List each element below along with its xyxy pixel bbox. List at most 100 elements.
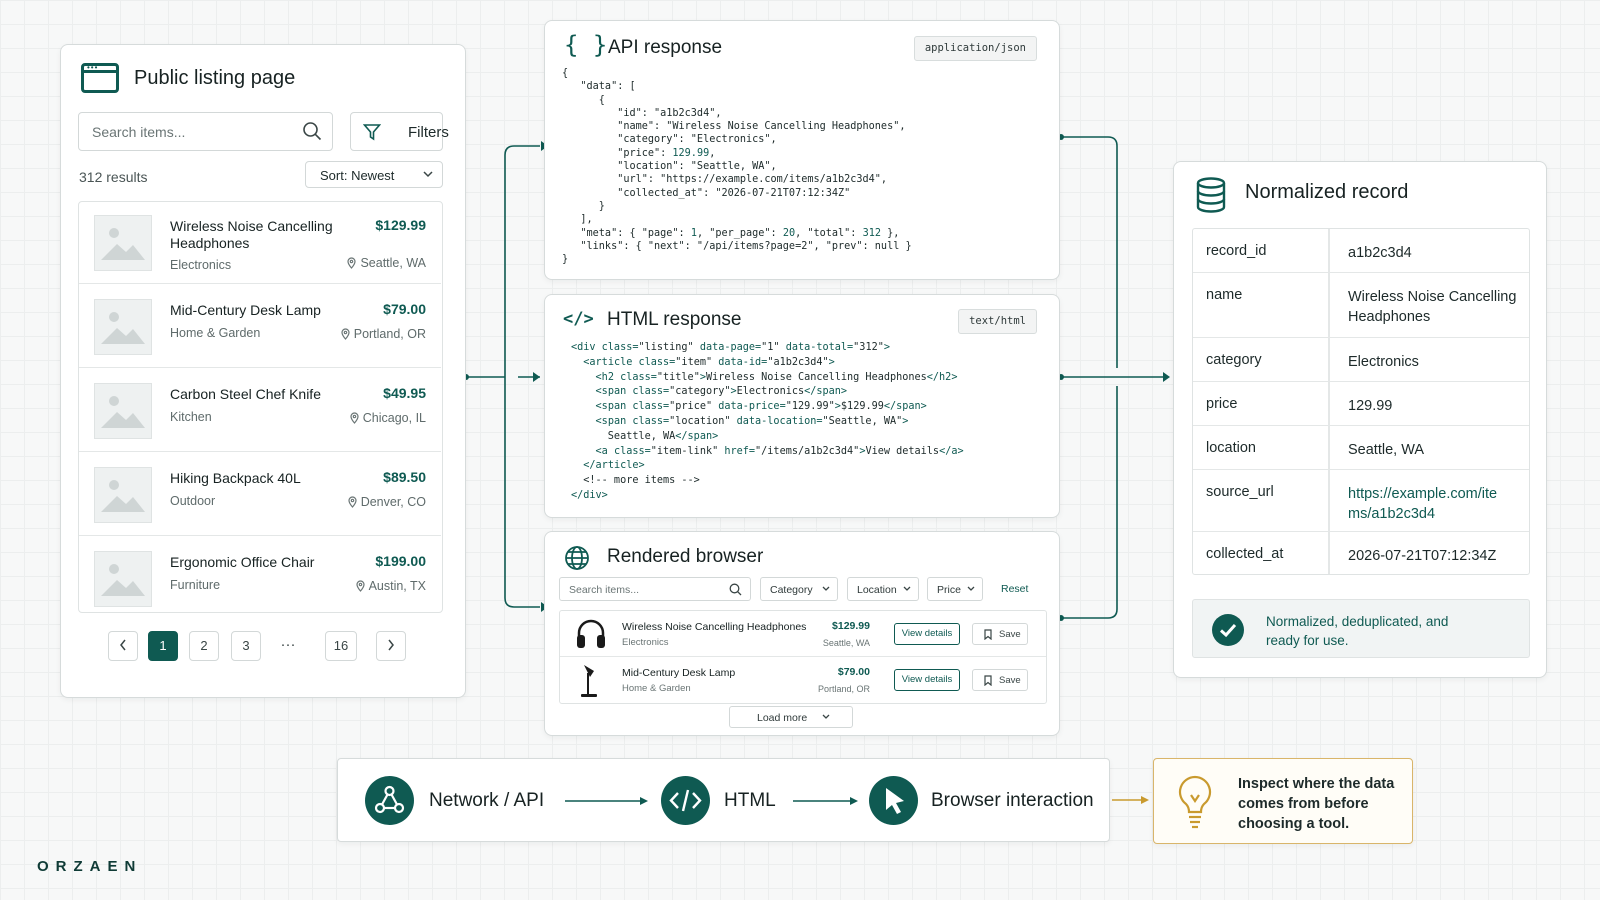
record-row: location Seattle, WA (1193, 426, 1529, 470)
record-key: source_url (1206, 484, 1274, 500)
record-key: name (1206, 287, 1243, 303)
item-price: $129.99 (375, 217, 426, 233)
chevron-left-icon (120, 639, 126, 651)
result-category: Electronics (622, 637, 669, 648)
chevron-down-icon (423, 171, 433, 178)
item-price: $199.00 (375, 553, 426, 569)
html-title: HTML response (607, 309, 742, 330)
next-page-button[interactable] (376, 631, 406, 661)
result-price: $79.00 (837, 666, 870, 678)
results-count: 312 results (79, 169, 148, 185)
list-item[interactable]: Wireless Noise Cancelling Headphones Ele… (79, 202, 441, 284)
search-icon (303, 122, 322, 141)
record-value: 2026-07-21T07:12:34Z (1348, 548, 1497, 564)
rendered-browser-panel: Rendered browser Search items... Categor… (544, 531, 1060, 736)
item-price: $89.50 (383, 469, 426, 485)
search-input[interactable]: Search items... (78, 112, 333, 151)
code-brackets-icon: </> (563, 309, 594, 329)
check-circle-icon (1212, 614, 1244, 646)
page-button[interactable]: 3 (231, 631, 261, 661)
item-name: Ergonomic Office Chair (170, 554, 315, 570)
load-more-label: Load more (757, 712, 808, 724)
page-button[interactable]: 1 (148, 631, 178, 661)
arrow-right-icon (793, 797, 858, 805)
browser-result-row[interactable]: Wireless Noise Cancelling Headphones Ele… (560, 611, 1046, 657)
mini-search-placeholder: Search items... (569, 584, 640, 596)
flow-panel: Network / API HTML Browser interaction (337, 758, 1110, 842)
result-price: $129.99 (832, 620, 870, 632)
item-location-text: Austin, TX (368, 579, 426, 593)
result-name: Mid-Century Desk Lamp (622, 667, 736, 679)
search-icon (729, 583, 742, 596)
record-table: record_id a1b2c3d4 name Wireless Noise Can… (1192, 228, 1530, 575)
view-details-button[interactable]: View details (894, 669, 960, 691)
mini-search-input[interactable]: Search items... (559, 577, 751, 601)
source-url-link[interactable]: https://example.com/items/a1b2c3d4 (1348, 484, 1508, 524)
listing-panel: ••• Public listing page Search items... … (60, 44, 466, 698)
item-price: $79.00 (383, 301, 426, 317)
location-pin-icon (341, 328, 350, 340)
record-value: 129.99 (1348, 398, 1393, 414)
record-key: price (1206, 396, 1238, 412)
curly-braces-icon: { } (564, 31, 608, 59)
record-key: location (1206, 440, 1256, 456)
item-category: Electronics (170, 258, 232, 272)
flow-step-html: HTML (724, 790, 776, 811)
reset-link[interactable]: Reset (1001, 583, 1028, 595)
record-row: price 129.99 (1193, 382, 1529, 426)
arrow-right-icon (565, 797, 648, 805)
category-filter[interactable]: Category (760, 577, 838, 601)
save-label: Save (999, 675, 1021, 686)
sort-label: Sort: Newest (320, 168, 395, 183)
record-key: collected_at (1206, 546, 1284, 562)
record-row: record_id a1b2c3d4 (1193, 229, 1529, 273)
flow-step-browser-interaction: Browser interaction (931, 790, 1094, 811)
chevron-down-icon (903, 586, 911, 591)
browser-results-list: Wireless Noise Cancelling Headphones Ele… (559, 610, 1047, 704)
item-location-text: Seattle, WA (360, 256, 426, 270)
item-name: Hiking Backpack 40L (170, 470, 301, 486)
location-filter-label: Location (857, 584, 897, 596)
item-location-text: Portland, OR (353, 327, 426, 341)
save-button[interactable]: Save (972, 623, 1028, 645)
record-row: collected_at 2026-07-21T07:12:34Z (1193, 532, 1529, 574)
image-placeholder-icon (94, 467, 152, 523)
location-pin-icon (347, 257, 357, 269)
listing-list: Wireless Noise Cancelling Headphones Ele… (78, 201, 443, 613)
list-item[interactable]: Mid-Century Desk Lamp Home & Garden $79.… (79, 286, 441, 368)
browser-result-row[interactable]: Mid-Century Desk Lamp Home & Garden $79.… (560, 657, 1046, 703)
list-item[interactable]: Ergonomic Office Chair Furniture $199.00… (79, 538, 441, 620)
sort-select[interactable]: Sort: Newest (305, 161, 443, 188)
html-code-icon (661, 776, 710, 825)
page-button[interactable]: 16 (325, 631, 357, 661)
list-item[interactable]: Carbon Steel Chef Knife Kitchen $49.95 C… (79, 370, 441, 452)
result-location: Seattle, WA (822, 638, 870, 648)
normalized-record-panel: Normalized record record_id a1b2c3d4 name… (1173, 161, 1547, 678)
view-details-button[interactable]: View details (894, 623, 960, 645)
price-filter[interactable]: Price (927, 577, 983, 601)
item-location: Denver, CO (348, 495, 426, 509)
tip-text: Inspect where the data comes from before… (1238, 776, 1395, 832)
funnel-icon (363, 124, 381, 141)
item-category: Furniture (170, 578, 221, 592)
prev-page-button[interactable] (108, 631, 138, 661)
list-item[interactable]: Hiking Backpack 40L Outdoor $89.50 Denve… (79, 454, 441, 536)
filters-label: Filters (408, 124, 449, 141)
tip-callout: Inspect where the data comes from before… (1153, 758, 1413, 844)
item-location: Seattle, WA (347, 256, 426, 270)
save-button[interactable]: Save (972, 669, 1028, 691)
location-filter[interactable]: Location (847, 577, 919, 601)
chevron-right-icon (388, 639, 394, 651)
result-name: Wireless Noise Cancelling Headphones (622, 621, 807, 633)
browser-title: Rendered browser (607, 546, 764, 567)
page-button[interactable]: 2 (189, 631, 219, 661)
api-response-panel: { } API response application/json { "dat… (544, 20, 1060, 280)
record-title: Normalized record (1245, 181, 1409, 203)
item-location: Portland, OR (341, 327, 426, 341)
item-location: Austin, TX (355, 579, 426, 593)
filters-button[interactable]: Filters (350, 112, 449, 151)
page-ellipsis: ··· (280, 636, 296, 653)
record-value: Wireless Noise Cancelling Headphones (1348, 289, 1517, 325)
load-more-button[interactable]: Load more (729, 706, 853, 728)
result-category: Home & Garden (622, 683, 691, 694)
